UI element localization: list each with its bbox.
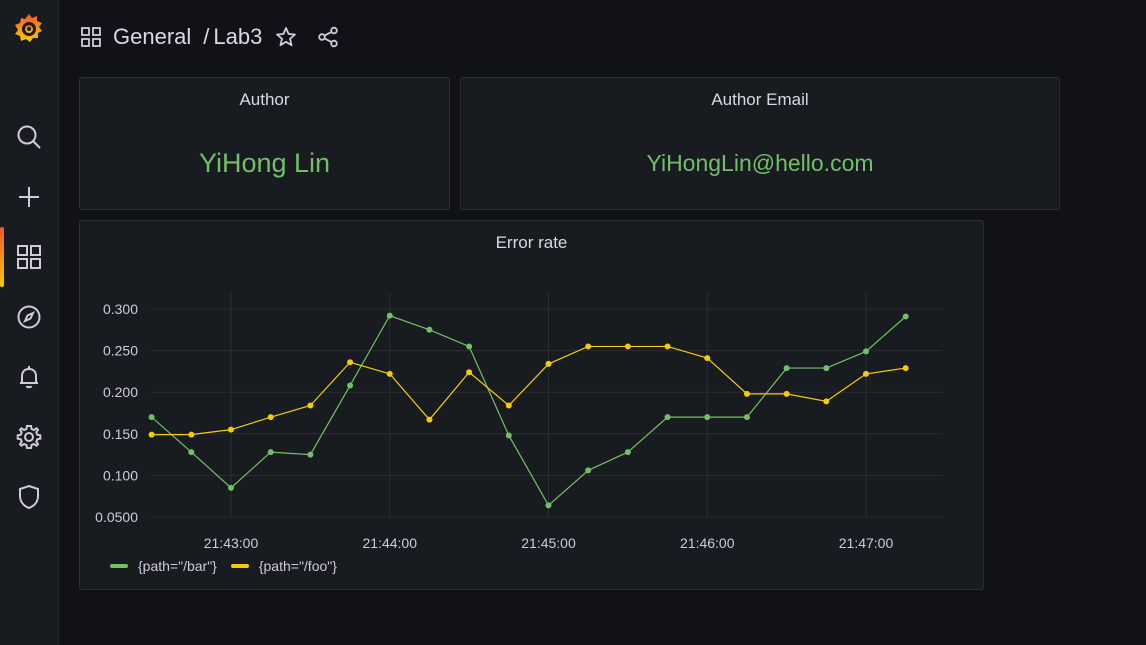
share-icon[interactable]: [316, 25, 340, 49]
bell-icon: [20, 366, 38, 389]
x-tick-label: 21:47:00: [839, 535, 894, 551]
series-line-bar: [151, 314, 907, 507]
sidebar-item-explore[interactable]: [0, 295, 58, 339]
breadcrumb: General / Lab3: [79, 18, 340, 56]
sidebar-item-search[interactable]: [0, 115, 58, 159]
y-tick-label: 0.0500: [95, 509, 138, 525]
data-point: [505, 432, 512, 439]
data-point: [823, 398, 830, 405]
dashboards-grid-icon: [17, 245, 41, 269]
data-point: [743, 390, 750, 397]
legend-label: {path="/bar"}: [138, 558, 217, 574]
error-rate-chart: 0.0500 0.100 0.150 0.200 0.250 0.300 21:43:00 2…: [95, 293, 942, 551]
data-point: [347, 382, 354, 389]
x-tick-label: 21:45:00: [521, 535, 576, 551]
legend-swatch: [110, 564, 128, 568]
data-point: [704, 355, 711, 362]
y-tick-label: 0.250: [103, 343, 138, 359]
legend-item-foo[interactable]: {path="/foo"}: [230, 558, 337, 574]
breadcrumb-folder[interactable]: General: [113, 24, 191, 50]
data-point: [902, 313, 909, 320]
y-tick-label: 0.150: [103, 426, 138, 442]
sidebar-item-dashboards[interactable]: [0, 227, 58, 287]
gear-icon: [16, 425, 42, 449]
data-point: [267, 414, 274, 421]
data-point: [466, 343, 473, 350]
x-tick-label: 21:44:00: [363, 535, 418, 551]
data-point: [148, 414, 155, 421]
sidebar-item-configuration[interactable]: [0, 415, 58, 459]
data-point: [148, 431, 155, 438]
data-point: [347, 359, 354, 366]
chart-legend: {path="/bar"} {path="/foo"}: [110, 558, 337, 574]
plus-icon: [19, 187, 39, 207]
data-point: [624, 449, 631, 456]
error-rate-panel: Error rate 0.0500 0.100 0.150 0.200 0.250 0.3…: [79, 220, 984, 590]
panel-title: Author: [239, 90, 290, 109]
sidebar-item-create[interactable]: [0, 175, 58, 219]
data-point: [624, 343, 631, 350]
dashboards-grid-icon: [79, 25, 103, 49]
data-point: [783, 390, 790, 397]
data-point: [783, 365, 790, 372]
y-tick-label: 0.300: [103, 301, 138, 317]
y-tick-label: 0.200: [103, 384, 138, 400]
series-line-foo: [151, 345, 906, 436]
data-point: [386, 370, 393, 377]
data-point: [743, 414, 750, 421]
data-point: [585, 343, 592, 350]
author-email-panel: Author Email YiHongLin@hello.com: [460, 77, 1060, 210]
data-point: [386, 312, 393, 319]
author-email-value: YiHongLin@hello.com: [646, 150, 874, 176]
author-value: YiHong Lin: [198, 148, 331, 178]
compass-icon: [17, 305, 41, 329]
sidebar: [0, 0, 59, 645]
y-tick-label: 0.100: [103, 467, 138, 483]
sidebar-item-alerting[interactable]: [0, 355, 58, 399]
sidebar-item-server-admin[interactable]: [0, 475, 58, 519]
data-point: [704, 414, 711, 421]
shield-icon: [19, 484, 39, 510]
search-icon: [17, 125, 41, 149]
data-point: [664, 343, 671, 350]
panel-title: Author Email: [711, 90, 809, 109]
data-point: [307, 402, 314, 409]
legend-label: {path="/foo"}: [258, 558, 337, 574]
data-point: [426, 416, 433, 423]
grafana-logo-icon[interactable]: [10, 10, 48, 48]
star-icon[interactable]: [274, 25, 298, 49]
data-point: [426, 326, 433, 333]
x-tick-label: 21:43:00: [204, 535, 259, 551]
data-point: [188, 431, 195, 438]
data-point: [823, 365, 830, 372]
data-point: [505, 402, 512, 409]
breadcrumb-dashboard-title[interactable]: Lab3: [213, 24, 262, 50]
data-point: [307, 451, 314, 458]
x-tick-label: 21:46:00: [680, 535, 735, 551]
data-point: [585, 467, 592, 474]
data-point: [267, 449, 274, 456]
data-point: [863, 348, 869, 355]
legend-item-bar[interactable]: {path="/bar"}: [110, 558, 217, 574]
data-point: [545, 502, 552, 509]
author-panel: Author YiHong Lin: [79, 77, 450, 210]
data-point: [466, 369, 473, 376]
legend-swatch: [230, 564, 249, 568]
data-point: [664, 414, 671, 421]
data-point: [863, 370, 869, 377]
breadcrumb-separator: /: [203, 24, 210, 49]
data-point: [228, 484, 234, 491]
data-point: [545, 360, 552, 367]
data-point: [188, 449, 195, 456]
data-point: [902, 365, 909, 372]
data-point: [228, 426, 234, 433]
